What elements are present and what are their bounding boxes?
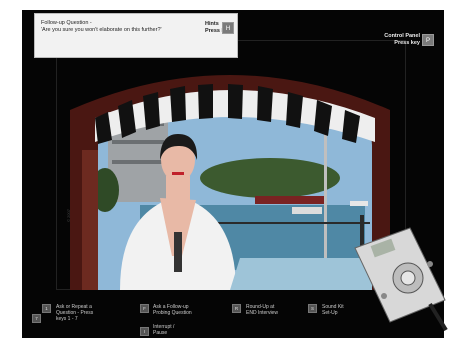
ask-question-label: Ask or Repeat a Question - Press keys 1 … (56, 304, 94, 322)
copyright-text: © 2007 (66, 209, 71, 222)
round-up-key[interactable]: R (232, 304, 241, 313)
control-panel-key-button[interactable]: P (422, 34, 434, 46)
follow-up-tooltip: Follow-up Question - 'Are you sure you w… (34, 13, 238, 58)
side-pillar (82, 150, 98, 290)
tooltip-question: Follow-up Question - 'Are you sure you w… (41, 20, 162, 33)
hint-key-button[interactable]: H (222, 22, 234, 34)
round-up-label: Round-Up at END Interview (246, 304, 278, 316)
sound-kit-key[interactable]: S (308, 304, 317, 313)
follow-up-key[interactable]: F (140, 304, 149, 313)
sound-kit-label: Sound Kit Set-Up (322, 304, 344, 316)
interrupt-label: Interrupt / Pause (153, 324, 175, 336)
question-seven-key[interactable]: 7 (32, 314, 41, 323)
flag-pole (324, 118, 327, 258)
floor-tiles (230, 258, 372, 290)
game-screen: © 2007 Follow-up Question - 'Are you sur… (0, 0, 456, 345)
control-panel-label: Control Panel Press key (384, 33, 420, 46)
interrupt-key[interactable]: I (140, 327, 149, 336)
boat (255, 196, 325, 204)
ask-question-key[interactable]: 1 (42, 304, 51, 313)
trees (200, 158, 340, 198)
follow-up-label: Ask a Follow-up Probing Question (153, 304, 192, 316)
